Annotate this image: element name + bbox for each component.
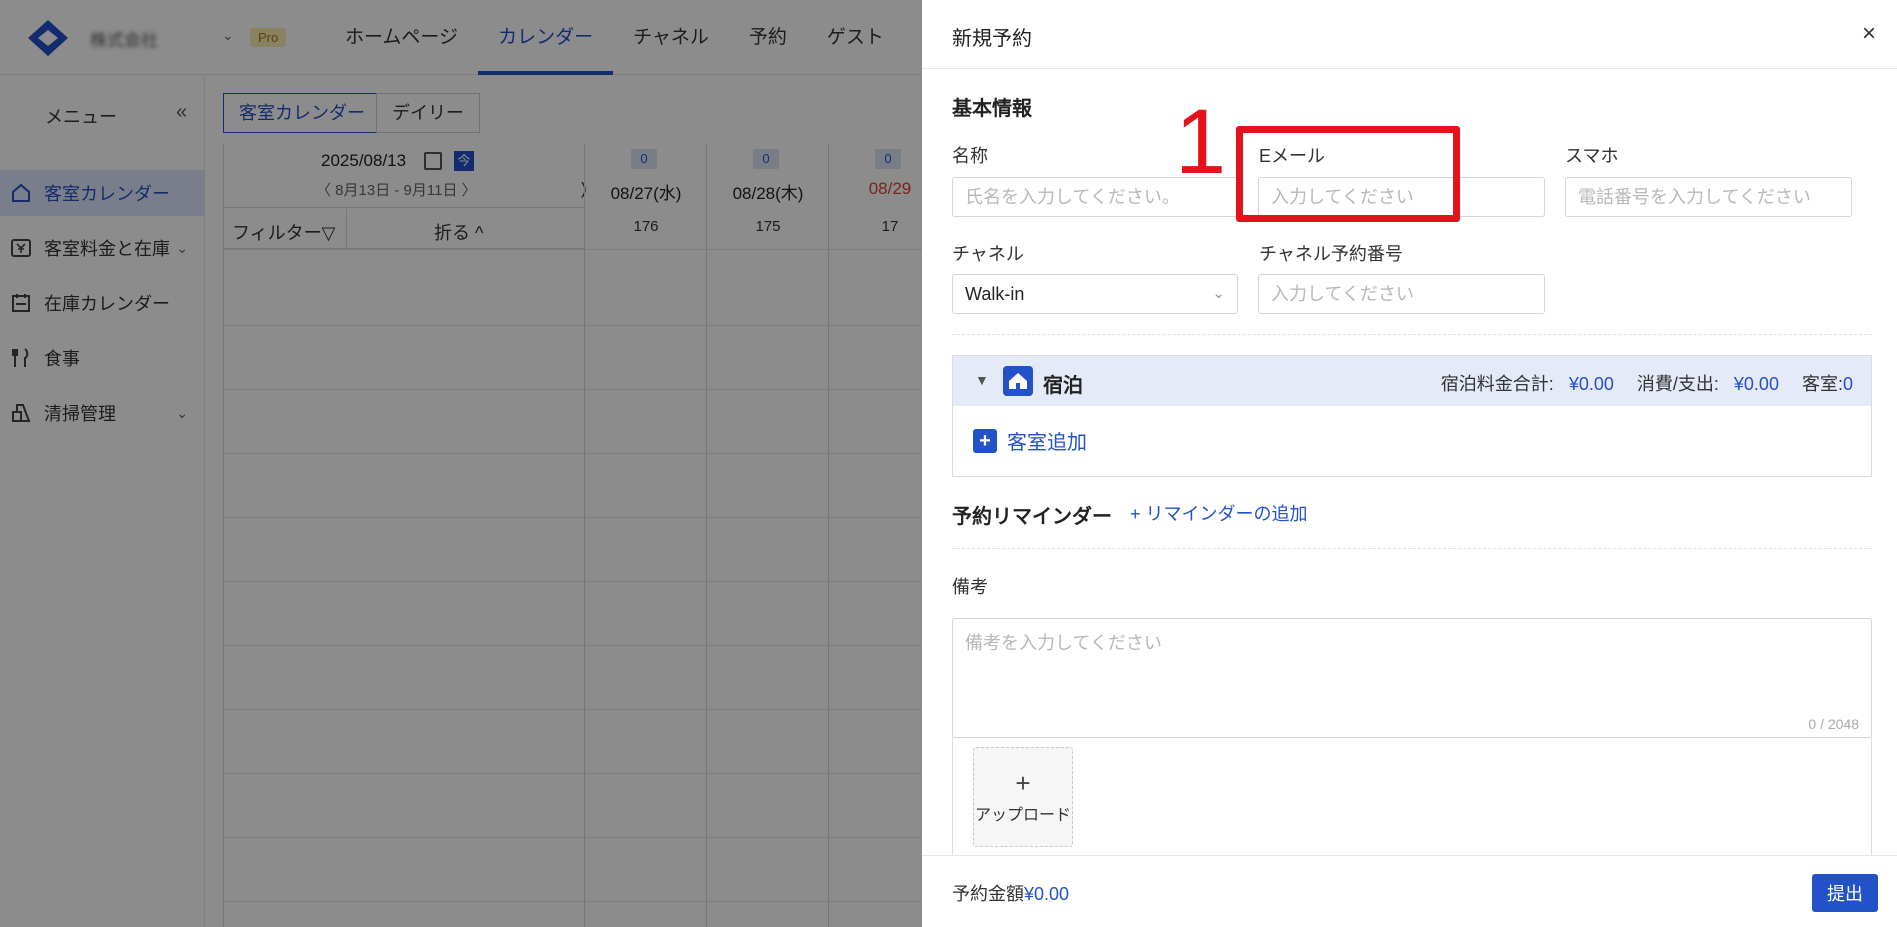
stay-header[interactable]: ▼ 宿泊 宿泊料金合計: ¥0.00 消費/支出: ¥0.00 客室:0 bbox=[953, 356, 1871, 406]
stay-fee-label: 宿泊料金合計: bbox=[1440, 374, 1554, 394]
stay-section: ▼ 宿泊 宿泊料金合計: ¥0.00 消費/支出: ¥0.00 客室:0 + 客… bbox=[952, 355, 1872, 477]
upload-area: + アップロード bbox=[952, 737, 1872, 857]
channel-reservation-no-input[interactable] bbox=[1258, 274, 1545, 314]
upload-label: アップロード bbox=[974, 807, 1071, 824]
add-room-button[interactable]: + 客室追加 bbox=[973, 426, 1087, 455]
total-amount: 予約金額¥0.00 bbox=[952, 880, 1069, 906]
channel-label: チャネル bbox=[952, 244, 1024, 264]
house-icon bbox=[1003, 366, 1033, 396]
stay-title: 宿泊 bbox=[1043, 375, 1083, 397]
chevron-down-icon: ⌄ bbox=[1212, 285, 1225, 302]
drawer-footer: 予約金額¥0.00 提出 bbox=[922, 855, 1897, 927]
channel-reservation-no-label: チャネル予約番号 bbox=[1259, 244, 1403, 264]
drawer-title: 新規予約 bbox=[952, 28, 1032, 50]
annotation-number: 1 bbox=[1175, 91, 1227, 193]
stay-summary: 宿泊料金合計: ¥0.00 消費/支出: ¥0.00 客室:0 bbox=[1441, 370, 1853, 396]
add-room-label: 客室追加 bbox=[1007, 432, 1087, 454]
char-counter: 0 / 2048 bbox=[1808, 716, 1859, 732]
close-icon[interactable]: × bbox=[1857, 22, 1881, 46]
dashed-divider bbox=[952, 548, 1872, 549]
divider bbox=[922, 68, 1897, 69]
dashed-divider bbox=[952, 334, 1872, 335]
submit-button[interactable]: 提出 bbox=[1812, 874, 1878, 912]
name-label: 名称 bbox=[952, 146, 988, 166]
stay-rooms-label: 客室: bbox=[1801, 374, 1843, 394]
notes-field: 0 / 2048 bbox=[952, 618, 1872, 738]
modal-overlay[interactable] bbox=[0, 0, 922, 927]
annotation-highlight-box bbox=[1236, 126, 1460, 222]
plus-icon: + bbox=[973, 428, 997, 453]
plus-icon: + bbox=[1015, 768, 1031, 798]
basic-info-title: 基本情報 bbox=[952, 98, 1032, 120]
reminder-title: 予約リマインダー bbox=[952, 506, 1112, 528]
upload-button[interactable]: + アップロード bbox=[973, 747, 1073, 847]
notes-label: 備考 bbox=[952, 577, 988, 597]
total-label: 予約金額 bbox=[952, 884, 1024, 904]
add-reminder-link[interactable]: + リマインダーの追加 bbox=[1130, 500, 1308, 526]
stay-expense-label: 消費/支出: bbox=[1636, 374, 1719, 394]
channel-select[interactable]: Walk-in ⌄ bbox=[952, 274, 1238, 314]
phone-label: スマホ bbox=[1565, 146, 1619, 166]
notes-textarea[interactable] bbox=[953, 619, 1871, 737]
caret-down-icon[interactable]: ▼ bbox=[975, 372, 989, 388]
total-value: ¥0.00 bbox=[1024, 884, 1070, 904]
stay-fee-value: ¥0.00 bbox=[1568, 374, 1614, 394]
stay-rooms-value: 0 bbox=[1842, 374, 1853, 394]
stay-expense-value: ¥0.00 bbox=[1733, 374, 1779, 394]
channel-select-value: Walk-in bbox=[965, 284, 1025, 304]
phone-input[interactable] bbox=[1565, 177, 1852, 217]
